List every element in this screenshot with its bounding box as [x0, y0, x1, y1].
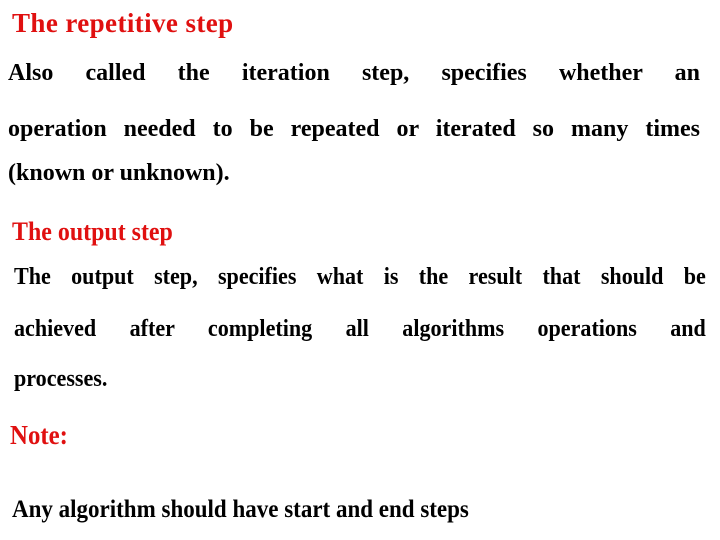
note-heading: Note: — [10, 420, 68, 450]
output-step-text-line: The output step, specifies what is the r… — [14, 264, 706, 290]
repetitive-step-heading: The repetitive step — [12, 8, 234, 38]
repetitive-step-text-line: (known or unknown). — [8, 160, 230, 186]
output-step-text-line: processes. — [14, 366, 108, 392]
repetitive-step-text-line: operation needed to be repeated or itera… — [8, 116, 700, 142]
repetitive-step-text-line: Also called the iteration step, specifie… — [8, 60, 700, 86]
note-text: Any algorithm should have start and end … — [12, 496, 469, 523]
output-step-text-line: achieved after completing all algorithms… — [14, 316, 706, 342]
output-step-heading: The output step — [12, 217, 173, 246]
